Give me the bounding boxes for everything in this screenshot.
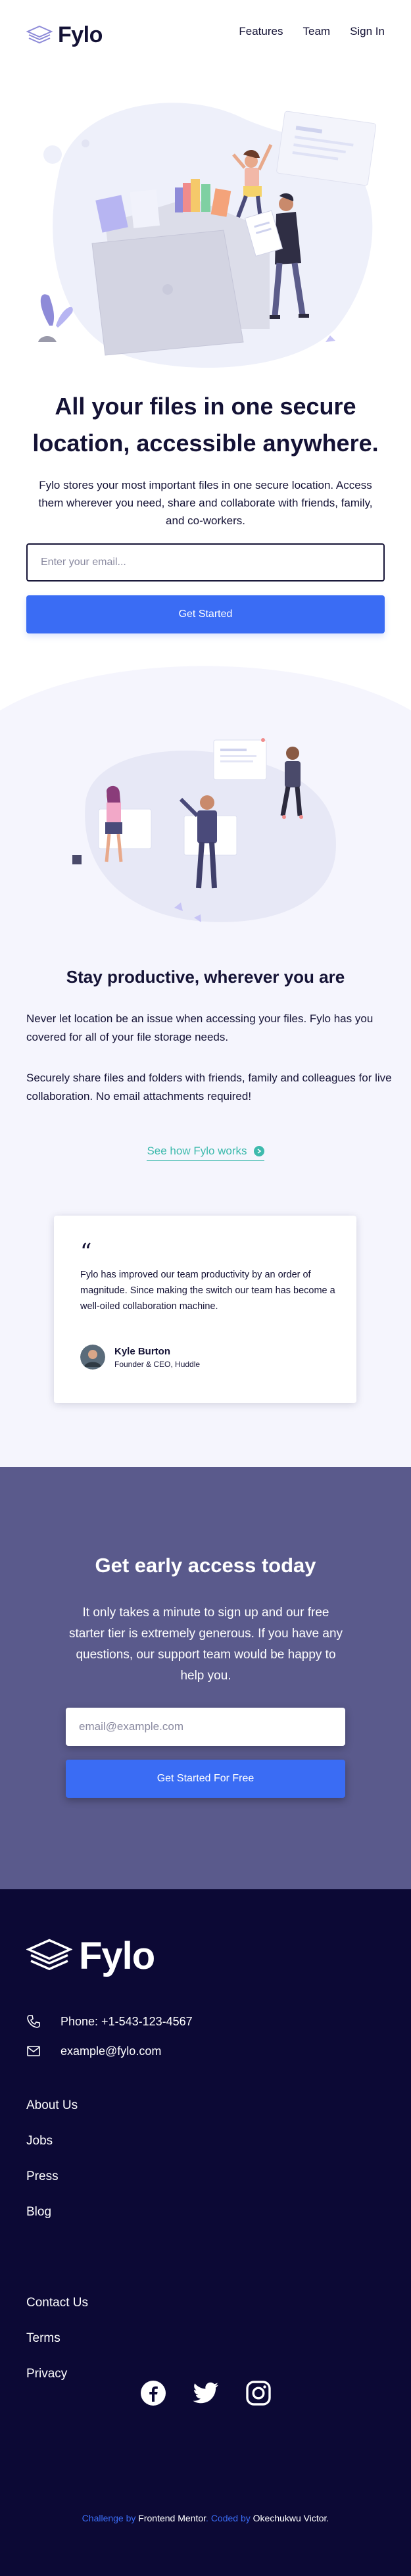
- author-role: Founder & CEO, Huddle: [114, 1359, 201, 1369]
- footer-link-jobs[interactable]: Jobs: [26, 2134, 53, 2148]
- phone-icon: [27, 2015, 40, 2028]
- phone-text: Phone: +1-543-123-4567: [60, 2014, 193, 2028]
- nav-team[interactable]: Team: [302, 25, 330, 38]
- footer-brand-name: Fylo: [79, 1935, 155, 1977]
- brand-name: Fylo: [58, 22, 103, 47]
- attribution-coded-prefix: Coded by: [210, 2513, 251, 2523]
- early-access-title: Get early access today: [95, 1554, 316, 1577]
- site-header: Fylo Features Team Sign In: [0, 0, 411, 72]
- productive-paragraph-2: Securely share files and folders with fr…: [26, 1072, 392, 1102]
- see-how-link-label: See how Fylo works: [147, 1145, 247, 1157]
- hero-title: All your files in one secure location, a…: [32, 393, 379, 457]
- social-links: [0, 2379, 411, 2408]
- testimonial-author: Kyle Burton Founder & CEO, Huddle: [80, 1345, 200, 1370]
- hero-email-input[interactable]: [26, 543, 385, 582]
- attribution: Challenge by Frontend Mentor. Coded by O…: [82, 2513, 329, 2523]
- see-how-link-wrapper: See how Fylo works: [0, 1145, 411, 1161]
- hero-illustration: [38, 103, 377, 368]
- footer-link-contact-us[interactable]: Contact Us: [26, 2296, 88, 2310]
- nav-features[interactable]: Features: [239, 25, 283, 38]
- hero-description: Fylo stores your most important files in…: [38, 479, 373, 527]
- instagram-icon[interactable]: [244, 2379, 273, 2408]
- attribution-author-link[interactable]: Okechukwu Victor.: [253, 2513, 329, 2523]
- logo-stack-icon: [26, 1939, 72, 1970]
- testimonial-text: Fylo has improved our team productivity …: [80, 1270, 335, 1312]
- attribution-challenge-prefix: Challenge by: [82, 2513, 136, 2523]
- landing-page: Fylo Features Team Sign In All your file…: [0, 0, 411, 2576]
- productive-title: Stay productive, wherever you are: [66, 967, 345, 987]
- footer-phone: Phone: +1-543-123-4567: [26, 2014, 193, 2029]
- nav-sign-in[interactable]: Sign In: [350, 25, 385, 38]
- email-text[interactable]: example@fylo.com: [60, 2044, 161, 2058]
- avatar: [80, 1345, 105, 1370]
- footer-link-blog[interactable]: Blog: [26, 2205, 51, 2219]
- arrow-right-icon: [253, 1146, 264, 1156]
- get-started-button[interactable]: Get Started: [26, 595, 385, 633]
- footer-link-about-us[interactable]: About Us: [26, 2098, 78, 2113]
- productive-illustration: [72, 738, 336, 922]
- footer-link-terms[interactable]: Terms: [26, 2331, 60, 2346]
- early-access-description: It only takes a minute to sign up and ou…: [68, 1606, 343, 1683]
- footer-brand-logo[interactable]: Fylo: [26, 1934, 155, 1978]
- attribution-frontend-mentor-link[interactable]: Frontend Mentor: [138, 2513, 206, 2523]
- early-access-section: Get early access today It only takes a m…: [0, 1467, 411, 1889]
- logo-stack-icon: [26, 25, 53, 43]
- productive-paragraph-1: Never let location be an issue when acce…: [26, 1012, 374, 1043]
- main-nav: Features Team Sign In: [219, 25, 385, 38]
- footer-email: example@fylo.com: [26, 2044, 161, 2058]
- site-footer: Fylo Phone: +1-543-123-4567 example@fylo…: [0, 1889, 411, 2576]
- email-icon: [27, 2046, 40, 2056]
- see-how-fylo-works-link[interactable]: See how Fylo works: [147, 1145, 264, 1161]
- quote-icon: “: [80, 1239, 92, 1265]
- early-access-email-input[interactable]: [66, 1708, 345, 1746]
- facebook-icon[interactable]: [139, 2379, 168, 2408]
- testimonial-card: “ Fylo has improved our team productivit…: [54, 1216, 356, 1403]
- footer-link-press[interactable]: Press: [26, 2169, 59, 2184]
- author-name: Kyle Burton: [114, 1345, 171, 1357]
- get-started-free-button[interactable]: Get Started For Free: [66, 1760, 345, 1798]
- twitter-icon[interactable]: [191, 2379, 220, 2408]
- brand-logo[interactable]: Fylo: [26, 22, 103, 48]
